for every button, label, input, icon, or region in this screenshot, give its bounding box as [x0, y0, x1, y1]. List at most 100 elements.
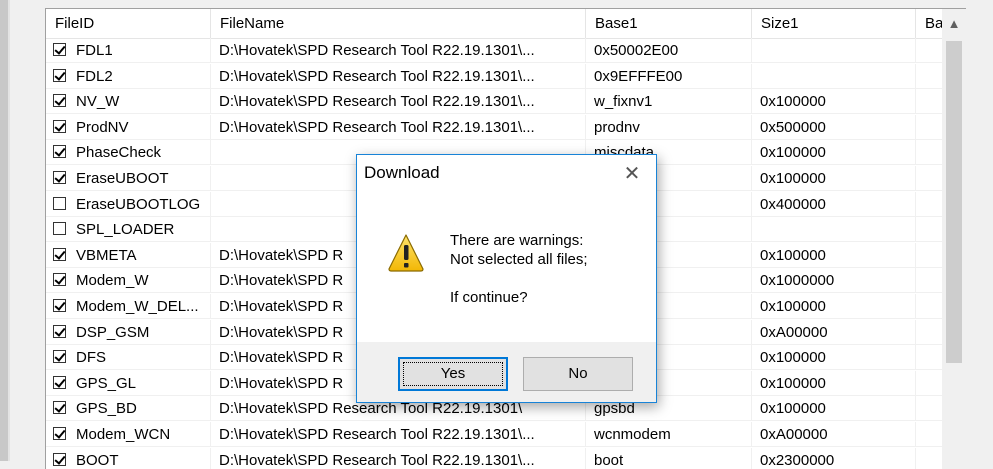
cell-text: Modem_W_DEL... [76, 298, 199, 315]
cell-text: BOOT [76, 451, 119, 469]
cell-size1 [752, 217, 916, 243]
row-checkbox[interactable] [53, 145, 66, 159]
cell-text: 0x2300000 [760, 451, 835, 469]
row-checkbox[interactable] [53, 427, 66, 440]
cell-text: Modem_WCN [76, 426, 171, 443]
cell-filename: D:\Hovatek\SPD Research Tool R22.19.1301… [211, 447, 586, 469]
row-checkbox[interactable] [53, 401, 66, 415]
cell-text: EraseUBOOT [76, 170, 169, 187]
cell-text: EraseUBOOTLOG [76, 195, 201, 213]
cell-text: D:\Hovatek\SPD Research Tool R22.19.1301… [219, 93, 535, 111]
row-checkbox[interactable] [53, 452, 66, 466]
cell-fileid: DFS [46, 345, 211, 371]
table-row[interactable]: FDL1 D:\Hovatek\SPD Research Tool R22.19.… [46, 38, 946, 63]
column-header-fileid[interactable]: FileID [46, 9, 211, 38]
cell-size1 [752, 38, 916, 63]
column-header-base1[interactable]: Base1 [586, 9, 752, 38]
cell-text: D:\Hovatek\SPD R [219, 246, 344, 264]
cell-text: D:\Hovatek\SPD R [219, 374, 344, 392]
table-row[interactable]: ProdNV D:\Hovatek\SPD Research Tool R22.1… [46, 114, 946, 140]
close-icon[interactable]: ✕ [612, 157, 652, 191]
cell-text: 0xA00000 [760, 426, 828, 443]
download-dialog: Download ✕ There are warnings: Not selec… [356, 154, 657, 403]
row-checkbox[interactable] [53, 299, 66, 312]
row-checkbox[interactable] [53, 324, 66, 338]
row-checkbox[interactable] [53, 196, 66, 210]
cell-fileid: EraseUBOOT [46, 166, 211, 191]
cell-base1: prodnv [586, 114, 752, 140]
left-edge [0, 0, 8, 461]
table-row[interactable]: BOOT D:\Hovatek\SPD Research Tool R22.19.… [46, 447, 946, 469]
cell-filename: D:\Hovatek\SPD Research Tool R22.19.1301… [211, 63, 586, 89]
cell-text: 0x50002E00 [594, 42, 679, 59]
no-button[interactable]: No [523, 357, 633, 391]
message-line: If continue? [450, 289, 528, 306]
cell-fileid: NV_W [46, 89, 211, 115]
cell-text: GPS_BD [76, 400, 137, 418]
cell-text: D:\Hovatek\SPD Research Tool R22.19.1301… [219, 426, 535, 443]
cell-text: VBMETA [76, 246, 137, 264]
table-header: FileID FileName Base1 Size1 Ba [46, 9, 946, 39]
focus-outline [403, 362, 503, 386]
cell-text: DFS [76, 349, 106, 367]
cell-fileid: EraseUBOOTLOG [46, 191, 211, 217]
row-checkbox[interactable] [53, 171, 66, 184]
cell-fileid: Modem_W_DEL... [46, 294, 211, 319]
cell-fileid: BOOT [46, 447, 211, 469]
row-checkbox[interactable] [53, 375, 66, 389]
cell-text: wcnmodem [594, 426, 671, 443]
cell-text: 0x100000 [760, 298, 826, 315]
cell-text: 0x100000 [760, 349, 826, 367]
vertical-scrollbar[interactable]: ▲ [942, 9, 966, 469]
table-row[interactable]: Modem_WCN D:\Hovatek\SPD Research Tool R2… [46, 422, 946, 447]
cell-fileid: GPS_BD [46, 396, 211, 422]
cell-text: 0x100000 [760, 144, 826, 162]
row-checkbox[interactable] [53, 222, 66, 236]
cell-base1: boot [586, 447, 752, 469]
cell-fileid: FDL2 [46, 63, 211, 89]
cell-base1: wcnmodem [586, 422, 752, 447]
row-checkbox[interactable] [53, 43, 66, 56]
cell-text: 0x400000 [760, 195, 826, 213]
cell-text: boot [594, 451, 624, 469]
column-header-size1[interactable]: Size1 [752, 9, 916, 38]
scrollbar-thumb[interactable] [946, 41, 962, 363]
table-row[interactable]: FDL2 D:\Hovatek\SPD Research Tool R22.19.… [46, 63, 946, 89]
row-checkbox[interactable] [53, 273, 66, 287]
cell-size1: 0x100000 [752, 166, 916, 191]
row-checkbox[interactable] [53, 94, 66, 108]
row-checkbox[interactable] [53, 119, 66, 133]
cell-text: Modem_W [76, 272, 149, 290]
table-row[interactable]: NV_W D:\Hovatek\SPD Research Tool R22.19.… [46, 89, 946, 115]
cell-filename: D:\Hovatek\SPD Research Tool R22.19.1301… [211, 114, 586, 140]
cell-size1: 0x1000000 [752, 268, 916, 294]
dialog-title: Download [364, 163, 440, 182]
cell-text: D:\Hovatek\SPD R [219, 349, 344, 367]
no-button-label: No [568, 365, 588, 382]
row-checkbox[interactable] [53, 247, 66, 261]
scroll-up-icon[interactable]: ▲ [942, 9, 966, 38]
cell-size1: 0x100000 [752, 140, 916, 166]
cell-text: 0x500000 [760, 118, 826, 136]
row-checkbox[interactable] [53, 68, 66, 82]
cell-text: D:\Hovatek\SPD R [219, 323, 344, 341]
cell-size1: 0x100000 [752, 89, 916, 115]
cell-base1: 0x9EFFFE00 [586, 63, 752, 89]
cell-text: prodnv [594, 118, 640, 136]
cell-fileid: GPS_GL [46, 370, 211, 396]
cell-base1: 0x50002E00 [586, 38, 752, 63]
message-line [450, 269, 588, 288]
row-checkbox[interactable] [53, 350, 66, 364]
cell-text: 0x1000000 [760, 272, 835, 290]
column-header-filename[interactable]: FileName [211, 9, 586, 38]
cell-text: D:\Hovatek\SPD Research Tool R22.19.1301… [219, 67, 535, 85]
cell-size1: 0x100000 [752, 345, 916, 371]
cell-text: FDL1 [76, 42, 113, 59]
cell-size1: 0x100000 [752, 294, 916, 319]
yes-button[interactable]: Yes [398, 357, 508, 391]
cell-text: 0x100000 [760, 170, 826, 187]
message-line: Not selected all files; [450, 251, 588, 268]
cell-fileid: DSP_GSM [46, 319, 211, 345]
cell-text: DSP_GSM [76, 323, 150, 341]
cell-filename: D:\Hovatek\SPD Research Tool R22.19.1301… [211, 422, 586, 447]
